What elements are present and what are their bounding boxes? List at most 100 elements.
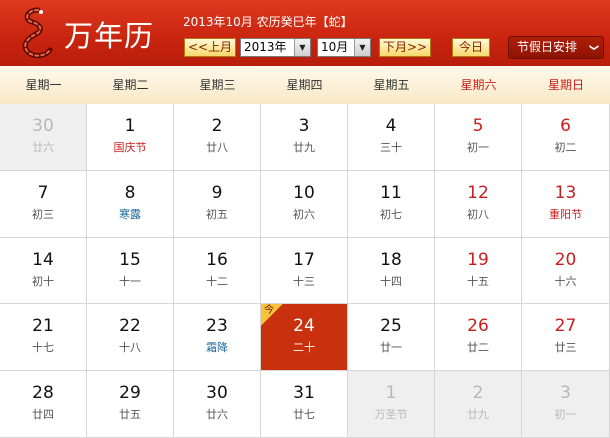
month-select[interactable]: 10月 ▼ [317, 38, 371, 57]
weekday-header: 星期一 星期二 星期三 星期四 星期五 星期六 星期日 [0, 66, 610, 105]
day-cell[interactable]: 25 廿一 [348, 304, 435, 371]
day-cell[interactable]: 5 初一 [435, 104, 522, 171]
day-cell[interactable]: 12 初八 [435, 171, 522, 238]
lunar-date: 初六 [293, 208, 315, 221]
weekday-label: 星期六 [460, 78, 497, 92]
day-cell[interactable]: 8 寒露 [87, 171, 174, 238]
holiday-label: 重阳节 [549, 208, 582, 221]
day-number: 11 [380, 183, 402, 203]
lunar-date: 十四 [380, 275, 402, 288]
day-number: 10 [293, 183, 315, 203]
day-cell[interactable]: 15 十一 [87, 238, 174, 304]
day-number: 23 [206, 316, 228, 336]
calendar-title: 万年历 [64, 19, 155, 53]
day-number: 24 [293, 316, 315, 336]
day-cell[interactable]: 14 初十 [0, 238, 87, 304]
lunar-date: 初一 [554, 408, 577, 421]
day-cell[interactable]: 1 万圣节 [348, 371, 435, 438]
day-cell[interactable]: 22 十八 [87, 304, 174, 371]
day-cell[interactable]: 31 廿七 [261, 371, 348, 438]
day-cell[interactable]: 13 重阳节 [522, 171, 610, 238]
lunar-date: 十三 [293, 275, 315, 288]
holiday-schedule-label: 节假日安排 [517, 40, 578, 54]
day-cell[interactable]: 30 廿六 [174, 371, 261, 438]
day-number: 5 [472, 116, 484, 136]
lunar-date: 初十 [32, 275, 54, 288]
day-cell[interactable]: 10 初六 [261, 171, 348, 238]
snake-zodiac-icon [22, 7, 53, 59]
day-cell[interactable]: 6 初二 [522, 104, 610, 171]
day-cell[interactable]: 3 廿九 [261, 104, 348, 171]
day-cell[interactable]: 28 廿四 [0, 371, 87, 438]
day-number: 29 [119, 383, 141, 403]
day-cell[interactable]: 19 十五 [435, 238, 522, 304]
day-cell[interactable]: 26 廿二 [435, 304, 522, 371]
day-number: 1 [385, 383, 397, 403]
day-number: 6 [560, 116, 571, 136]
calendar-grid: 30 廿六 1 国庆节 2 廿八 3 廿九 4 三十 5 初一 6 初二 7 初三 8 寒露 9 初五 10 初六 11 初七… [0, 104, 610, 438]
day-cell[interactable]: 1 国庆节 [87, 104, 174, 171]
day-number: 13 [554, 183, 577, 203]
day-cell[interactable]: 21 十七 [0, 304, 87, 371]
day-number: 30 [32, 116, 54, 136]
day-cell[interactable]: 23 霜降 [174, 304, 261, 371]
weekday-label: 星期日 [547, 78, 584, 92]
day-number: 4 [385, 116, 397, 136]
day-number: 18 [380, 250, 402, 270]
lunar-date: 十六 [554, 275, 577, 288]
lunar-date: 廿四 [32, 408, 54, 421]
day-cell[interactable]: 3 初一 [522, 371, 610, 438]
year-select[interactable]: 2013年 ▼ [240, 38, 311, 57]
day-number: 28 [32, 383, 54, 403]
day-cell-today[interactable]: 今 24 二十 [261, 304, 348, 371]
day-number: 8 [124, 183, 136, 203]
weekday-label: 星期五 [373, 78, 410, 92]
day-number: 22 [119, 316, 141, 336]
day-cell[interactable]: 9 初五 [174, 171, 261, 238]
today-button[interactable]: 今日 [452, 38, 490, 57]
day-number: 1 [124, 116, 136, 136]
year-select-value: 2013年 [244, 40, 287, 54]
day-cell[interactable]: 30 廿六 [0, 104, 87, 171]
holiday-schedule-button[interactable]: 节假日安排 ❯ [508, 36, 604, 59]
lunar-date: 廿六 [206, 408, 228, 421]
chevron-down-icon: ▼ [354, 39, 370, 56]
day-number: 17 [293, 250, 315, 270]
day-cell[interactable]: 11 初七 [348, 171, 435, 238]
lunar-date: 初一 [467, 141, 489, 154]
day-cell[interactable]: 18 十四 [348, 238, 435, 304]
day-cell[interactable]: 2 廿八 [174, 104, 261, 171]
lunar-date: 初二 [554, 141, 577, 154]
lunar-year-label: 2013年10月 农历癸巳年【蛇】 [183, 15, 353, 29]
day-number: 2 [472, 383, 484, 403]
holiday-label: 万圣节 [374, 408, 408, 421]
day-cell[interactable]: 2 廿九 [435, 371, 522, 438]
day-cell[interactable]: 20 十六 [522, 238, 610, 304]
lunar-date: 十七 [32, 341, 54, 354]
next-month-button[interactable]: 下月>> [379, 38, 431, 57]
day-number: 3 [560, 383, 571, 403]
day-cell[interactable]: 16 十二 [174, 238, 261, 304]
holiday-label: 寒露 [119, 208, 141, 221]
lunar-date: 廿九 [293, 141, 315, 154]
prev-month-button[interactable]: <<上月 [184, 38, 236, 57]
chevron-down-icon: ❯ [588, 43, 599, 52]
lunar-date: 廿八 [206, 141, 228, 154]
day-cell[interactable]: 17 十三 [261, 238, 348, 304]
lunar-date: 十五 [467, 275, 489, 288]
day-number: 25 [380, 316, 402, 336]
day-cell[interactable]: 29 廿五 [87, 371, 174, 438]
lunar-date: 廿六 [32, 141, 54, 154]
day-number: 21 [32, 316, 54, 336]
calendar-widget: 万年历 2013年10月 农历癸巳年【蛇】 <<上月 2013年 ▼ 10月 ▼… [0, 0, 610, 438]
day-cell[interactable]: 27 廿三 [522, 304, 610, 371]
day-cell[interactable]: 7 初三 [0, 171, 87, 238]
day-number: 31 [293, 383, 315, 403]
chevron-down-icon: ▼ [294, 39, 310, 56]
holiday-label: 霜降 [206, 341, 228, 354]
lunar-date: 廿一 [380, 341, 402, 354]
day-number: 7 [37, 183, 49, 203]
lunar-date: 十一 [119, 275, 141, 288]
day-cell[interactable]: 4 三十 [348, 104, 435, 171]
lunar-date: 廿七 [293, 408, 315, 421]
